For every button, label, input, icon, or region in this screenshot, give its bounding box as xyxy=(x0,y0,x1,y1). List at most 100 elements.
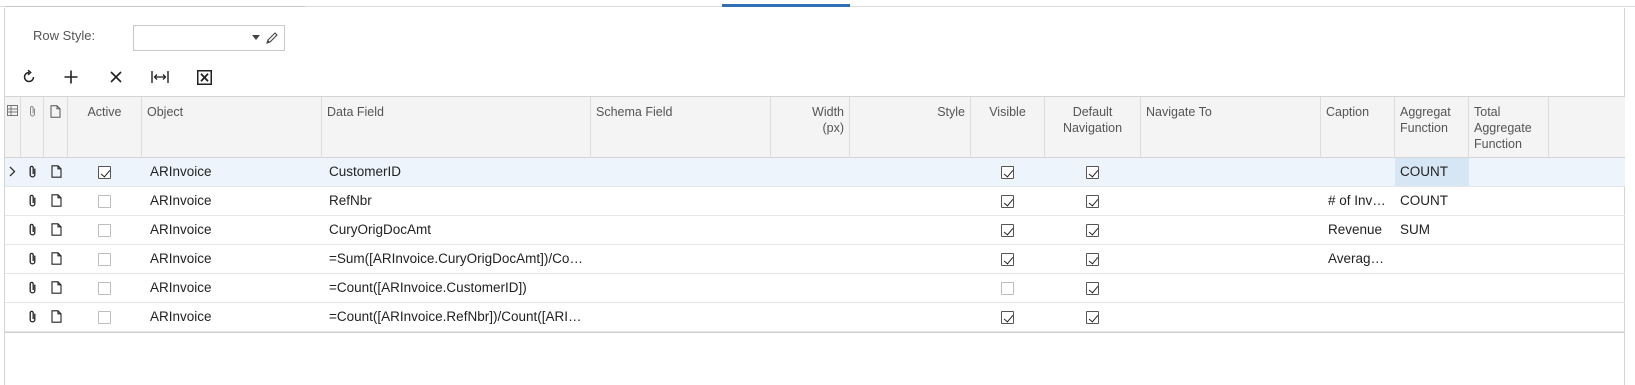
export-excel-button[interactable] xyxy=(190,64,218,90)
width-cell[interactable] xyxy=(775,245,847,273)
width-cell[interactable] xyxy=(775,158,847,186)
note-icon[interactable] xyxy=(51,194,62,207)
total-aggregate-function-cell[interactable] xyxy=(1473,245,1547,273)
aggregate-function-cell[interactable]: COUNT xyxy=(1395,158,1469,186)
schema-field-cell[interactable] xyxy=(597,216,767,244)
caption-cell[interactable]: # of Inv… xyxy=(1328,187,1388,215)
object-cell[interactable]: ARInvoice xyxy=(150,216,320,244)
default-navigation-checkbox[interactable] xyxy=(1086,195,1099,208)
table-row[interactable]: ARInvoice =Count([ARInvoice.RefNbr])/Cou… xyxy=(5,303,1625,332)
column-settings-icon[interactable] xyxy=(7,105,18,116)
active-checkbox[interactable] xyxy=(98,195,111,208)
caption-cell[interactable] xyxy=(1328,303,1388,331)
navigate-to-cell[interactable] xyxy=(1145,274,1317,302)
data-field-cell[interactable]: =Sum([ARInvoice.CuryOrigDocAmt])/Count… xyxy=(329,245,587,273)
header-width[interactable]: Width (px) xyxy=(771,97,850,158)
object-cell[interactable]: ARInvoice xyxy=(150,274,320,302)
object-cell[interactable]: ARInvoice xyxy=(150,303,320,331)
object-cell[interactable]: ARInvoice xyxy=(150,187,320,215)
row-style-selector[interactable] xyxy=(133,25,285,51)
header-total-aggregate-function[interactable]: Total Aggregate Function xyxy=(1469,97,1549,158)
width-cell[interactable] xyxy=(775,274,847,302)
header-active[interactable]: Active xyxy=(68,97,142,158)
paperclip-icon[interactable] xyxy=(28,281,37,295)
schema-field-cell[interactable] xyxy=(597,187,767,215)
object-cell[interactable]: ARInvoice xyxy=(150,245,320,273)
note-icon[interactable] xyxy=(51,165,62,178)
paperclip-icon[interactable] xyxy=(28,310,37,324)
active-checkbox[interactable] xyxy=(98,282,111,295)
caption-cell[interactable] xyxy=(1328,158,1388,186)
style-cell[interactable] xyxy=(855,158,967,186)
navigate-to-cell[interactable] xyxy=(1145,245,1317,273)
chevron-down-icon[interactable] xyxy=(252,35,260,40)
width-cell[interactable] xyxy=(775,187,847,215)
header-style[interactable]: Style xyxy=(850,97,971,158)
visible-checkbox[interactable] xyxy=(1001,253,1014,266)
visible-checkbox[interactable] xyxy=(1001,224,1014,237)
header-default-navigation[interactable]: Default Navigation xyxy=(1045,97,1141,158)
paperclip-icon[interactable] xyxy=(28,194,37,208)
style-cell[interactable] xyxy=(855,303,967,331)
schema-field-cell[interactable] xyxy=(597,245,767,273)
note-icon[interactable] xyxy=(51,252,62,265)
navigate-to-cell[interactable] xyxy=(1145,158,1317,186)
data-field-cell[interactable]: RefNbr xyxy=(329,187,587,215)
visible-checkbox[interactable] xyxy=(1001,195,1014,208)
style-cell[interactable] xyxy=(855,274,967,302)
visible-checkbox[interactable] xyxy=(1001,282,1014,295)
header-object[interactable]: Object xyxy=(142,97,322,158)
width-cell[interactable] xyxy=(775,303,847,331)
visible-checkbox[interactable] xyxy=(1001,311,1014,324)
default-navigation-checkbox[interactable] xyxy=(1086,166,1099,179)
object-cell[interactable]: ARInvoice xyxy=(150,158,320,186)
default-navigation-checkbox[interactable] xyxy=(1086,253,1099,266)
caption-cell[interactable]: Averag… xyxy=(1328,245,1388,273)
active-checkbox[interactable] xyxy=(98,166,111,179)
header-schema-field[interactable]: Schema Field xyxy=(591,97,771,158)
active-checkbox[interactable] xyxy=(98,253,111,266)
navigate-to-cell[interactable] xyxy=(1145,303,1317,331)
data-field-cell[interactable]: =Count([ARInvoice.CustomerID]) xyxy=(329,274,587,302)
aggregate-function-cell[interactable]: SUM xyxy=(1395,216,1469,244)
header-caption[interactable]: Caption xyxy=(1321,97,1395,158)
total-aggregate-function-cell[interactable] xyxy=(1473,187,1547,215)
table-row[interactable]: ARInvoice =Sum([ARInvoice.CuryOrigDocAmt… xyxy=(5,245,1625,274)
total-aggregate-function-cell[interactable] xyxy=(1473,303,1547,331)
header-settings-cell[interactable] xyxy=(5,97,21,158)
table-row[interactable]: ARInvoice CustomerID COUNT xyxy=(5,158,1625,187)
header-visible[interactable]: Visible xyxy=(971,97,1045,158)
paperclip-icon[interactable] xyxy=(28,223,37,237)
aggregate-function-cell[interactable] xyxy=(1395,245,1469,273)
style-cell[interactable] xyxy=(855,245,967,273)
fit-to-screen-button[interactable] xyxy=(146,64,174,90)
header-navigate-to[interactable]: Navigate To xyxy=(1141,97,1321,158)
table-row[interactable]: ARInvoice CuryOrigDocAmt Revenue SUM xyxy=(5,216,1625,245)
default-navigation-checkbox[interactable] xyxy=(1086,224,1099,237)
pencil-icon[interactable] xyxy=(265,31,279,45)
schema-field-cell[interactable] xyxy=(597,303,767,331)
total-aggregate-function-cell[interactable] xyxy=(1473,274,1547,302)
header-aggregate-function[interactable]: Aggregat Function xyxy=(1395,97,1469,158)
active-checkbox[interactable] xyxy=(98,311,111,324)
style-cell[interactable] xyxy=(855,187,967,215)
style-cell[interactable] xyxy=(855,216,967,244)
caption-cell[interactable]: Revenue xyxy=(1328,216,1388,244)
data-field-cell[interactable]: CuryOrigDocAmt xyxy=(329,216,587,244)
paperclip-icon[interactable] xyxy=(28,252,37,266)
note-icon[interactable] xyxy=(51,281,62,294)
refresh-button[interactable] xyxy=(15,64,43,90)
default-navigation-checkbox[interactable] xyxy=(1086,282,1099,295)
data-field-cell[interactable]: =Count([ARInvoice.RefNbr])/Count([ARInvo… xyxy=(329,303,587,331)
total-aggregate-function-cell[interactable] xyxy=(1473,216,1547,244)
aggregate-function-cell[interactable] xyxy=(1395,274,1469,302)
header-data-field[interactable]: Data Field xyxy=(322,97,591,158)
caption-cell[interactable] xyxy=(1328,274,1388,302)
add-row-button[interactable] xyxy=(57,64,85,90)
table-row[interactable]: ARInvoice RefNbr # of Inv… COUNT xyxy=(5,187,1625,216)
width-cell[interactable] xyxy=(775,216,847,244)
note-icon[interactable] xyxy=(51,310,62,323)
aggregate-function-cell[interactable]: COUNT xyxy=(1395,187,1469,215)
paperclip-icon[interactable] xyxy=(28,165,37,179)
active-tab-indicator[interactable] xyxy=(722,4,850,7)
